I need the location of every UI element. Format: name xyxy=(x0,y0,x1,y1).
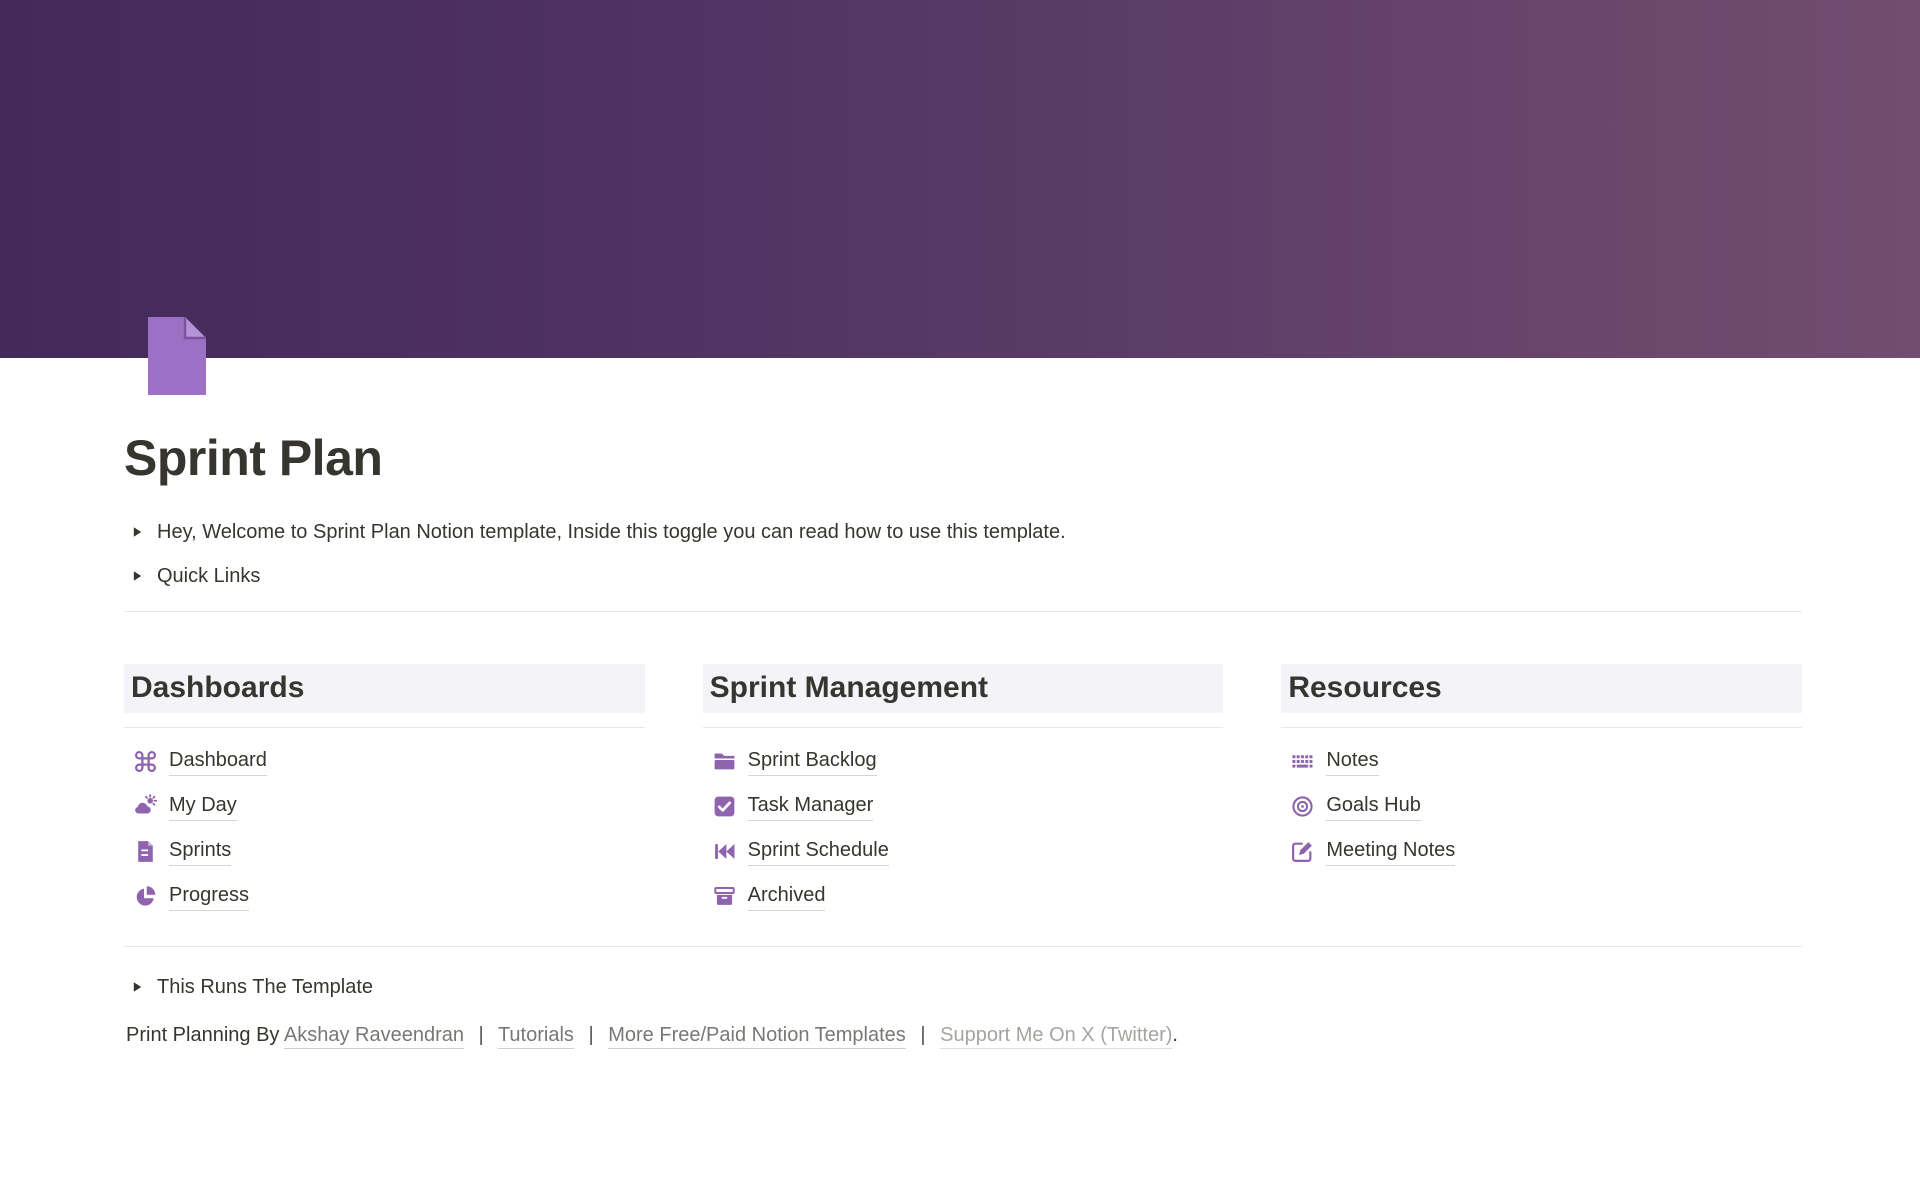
archive-icon xyxy=(712,884,737,909)
separator: | xyxy=(588,1024,593,1046)
target-icon xyxy=(1290,794,1315,819)
column-dashboards: Dashboards Dashboard xyxy=(124,664,645,919)
page-link-sprint-backlog[interactable]: Sprint Backlog xyxy=(712,739,877,784)
author-link[interactable]: Akshay Raveendran xyxy=(284,1024,464,1049)
link-label: Progress xyxy=(169,882,249,911)
sun-cloud-icon xyxy=(133,794,158,819)
link-label: Task Manager xyxy=(748,792,874,821)
toggle-quick-links[interactable]: Quick Links xyxy=(124,554,1802,598)
toggle-triangle-icon[interactable] xyxy=(124,520,150,544)
toggle-runs-template-label: This Runs The Template xyxy=(157,972,373,1002)
separator: | xyxy=(479,1024,484,1046)
page-link-meeting-notes[interactable]: Meeting Notes xyxy=(1290,829,1455,874)
credits-prefix: Print Planning By xyxy=(126,1024,279,1046)
checkbox-icon xyxy=(712,794,737,819)
pie-chart-icon xyxy=(133,884,158,909)
columns-section: Dashboards Dashboard xyxy=(124,664,1802,919)
tutorials-link[interactable]: Tutorials xyxy=(498,1024,574,1049)
column-header-dashboards: Dashboards xyxy=(124,664,645,713)
toggle-welcome-label: Hey, Welcome to Sprint Plan Notion templ… xyxy=(157,517,1066,547)
toggle-runs-template[interactable]: This Runs The Template xyxy=(124,965,1802,1009)
column-resources: Resources Notes xyxy=(1281,664,1802,919)
command-icon xyxy=(133,749,158,774)
document-icon xyxy=(133,839,158,864)
separator: | xyxy=(920,1024,925,1046)
page-icon-document[interactable] xyxy=(144,316,210,396)
link-label: Goals Hub xyxy=(1326,792,1421,821)
page-cover xyxy=(0,0,1920,358)
credits-line: Print Planning By Akshay Raveendran | Tu… xyxy=(126,1019,1802,1051)
skip-back-icon xyxy=(712,839,737,864)
keyboard-icon xyxy=(1290,749,1315,774)
more-templates-link[interactable]: More Free/Paid Notion Templates xyxy=(608,1024,906,1049)
support-twitter-link[interactable]: Support Me On X (Twitter) xyxy=(940,1024,1172,1049)
link-label: Sprint Backlog xyxy=(748,747,877,776)
edit-icon xyxy=(1290,839,1315,864)
toggle-quick-links-label: Quick Links xyxy=(157,561,260,591)
credits-suffix: . xyxy=(1172,1024,1178,1046)
page-link-task-manager[interactable]: Task Manager xyxy=(712,784,874,829)
link-label: Meeting Notes xyxy=(1326,837,1455,866)
folder-icon xyxy=(712,749,737,774)
link-label: Notes xyxy=(1326,747,1378,776)
link-label: Sprint Schedule xyxy=(748,837,889,866)
page-link-sprint-schedule[interactable]: Sprint Schedule xyxy=(712,829,889,874)
page-link-archived[interactable]: Archived xyxy=(712,874,826,919)
toggle-triangle-icon[interactable] xyxy=(124,564,150,588)
page-link-notes[interactable]: Notes xyxy=(1290,739,1378,784)
page-link-goals-hub[interactable]: Goals Hub xyxy=(1290,784,1421,829)
page-link-sprints[interactable]: Sprints xyxy=(133,829,231,874)
link-label: Sprints xyxy=(169,837,231,866)
column-header-resources: Resources xyxy=(1281,664,1802,713)
page-title[interactable]: Sprint Plan xyxy=(124,428,1802,488)
link-label: Archived xyxy=(748,882,826,911)
page-link-progress[interactable]: Progress xyxy=(133,874,249,919)
divider xyxy=(1281,727,1802,728)
divider xyxy=(124,727,645,728)
column-header-sprint-management: Sprint Management xyxy=(703,664,1224,713)
toggle-welcome[interactable]: Hey, Welcome to Sprint Plan Notion templ… xyxy=(124,510,1802,554)
divider xyxy=(124,611,1802,612)
column-sprint-management: Sprint Management Sprint Backlog xyxy=(703,664,1224,919)
link-label: My Day xyxy=(169,792,237,821)
divider xyxy=(124,946,1802,947)
toggle-triangle-icon[interactable] xyxy=(124,975,150,999)
page-link-dashboard[interactable]: Dashboard xyxy=(133,739,267,784)
divider xyxy=(703,727,1224,728)
page-link-my-day[interactable]: My Day xyxy=(133,784,237,829)
page-body: Sprint Plan Hey, Welcome to Sprint Plan … xyxy=(0,428,1920,1051)
link-label: Dashboard xyxy=(169,747,267,776)
